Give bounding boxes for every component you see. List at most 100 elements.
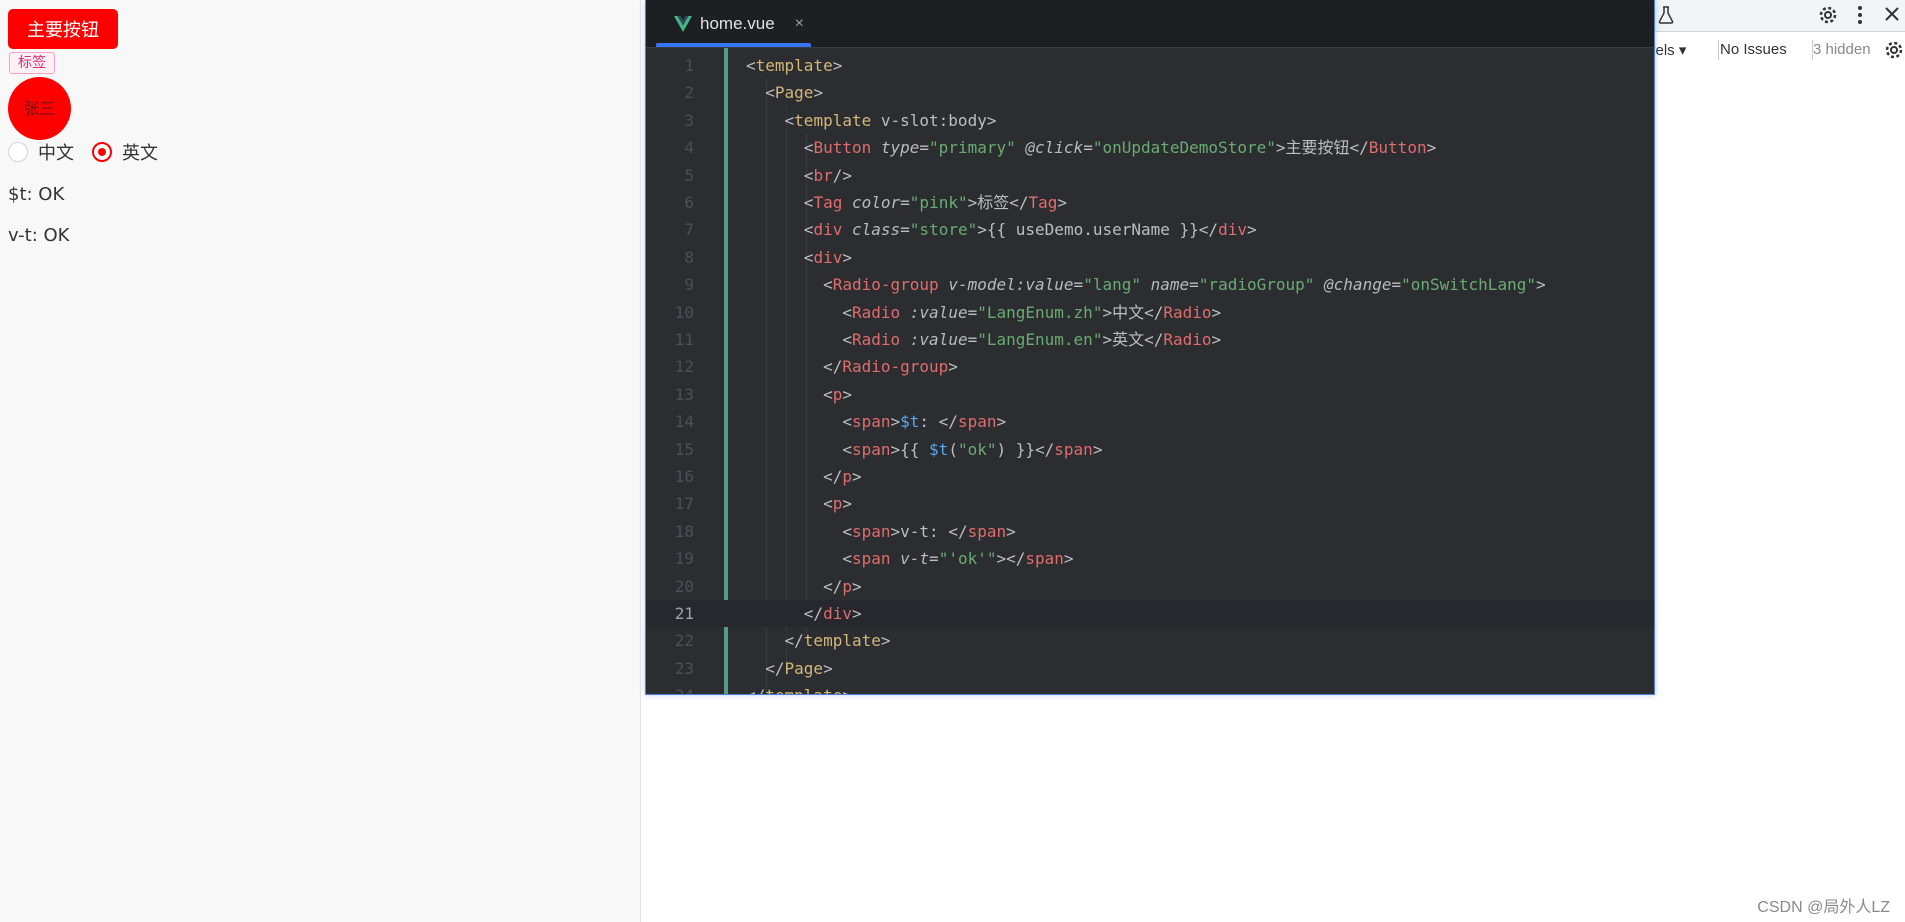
code-text: <Radio :value="LangEnum.en">英文</Radio> [842,330,1222,349]
line-number: 18 [674,521,694,541]
line-number: 10 [674,302,694,322]
code-text: <Radio :value="LangEnum.zh">中文</Radio> [842,302,1222,322]
settings-gear-icon[interactable] [1884,40,1904,64]
code-line[interactable]: 2 <Page> [646,79,1654,106]
line-number: 21 [674,604,694,623]
code-text: <span v-t="'ok'"></span> [842,549,1074,569]
tab-close-icon[interactable]: × [795,15,804,33]
code-text: </p> [823,467,862,486]
code-text: <Page> [765,83,824,103]
code-line[interactable]: 21 </div> [646,600,1654,628]
line-number: 23 [674,658,694,678]
line-number: 16 [674,467,694,486]
line-number: 19 [674,549,694,569]
code-text: </template> [746,682,852,694]
line-number: 20 [674,576,694,596]
line-number: 12 [674,357,694,377]
code-line[interactable]: 16 </p> [646,463,1654,490]
flask-icon[interactable] [1658,6,1674,28]
code-line[interactable]: 1 <template> [646,52,1654,79]
more-vertical-icon[interactable] [1857,5,1863,29]
code-editor-window: home.vue × 1 <template> 2 <Page> 3 <templat… [645,0,1655,695]
code-text: </template> [784,631,891,651]
code-line[interactable]: 9 <Radio-group v-model:value="lang" name… [646,271,1654,298]
pink-tag: 标签 [9,52,55,74]
code-line[interactable]: 5 <br/> [646,162,1654,189]
tab-label: home.vue [700,14,775,33]
code-line[interactable]: 14 <span>$t: </span> [646,408,1654,435]
code-line[interactable]: 19 <span v-t="'ok'"></span> [646,545,1654,572]
issues-count[interactable]: No Issues [1720,41,1787,58]
vt-output-line: v-t: OK [8,225,70,246]
code-text: </Page> [765,658,833,678]
t-output-line: $t: OK [8,184,65,205]
gear-icon[interactable] [1818,5,1838,29]
code-line[interactable]: 23 </Page> [646,655,1654,682]
line-number: 1 [684,56,694,75]
code-text: <template> [746,56,843,75]
active-tab-indicator [656,43,811,47]
code-text: </p> [823,576,862,596]
user-name-circle: 张三 [8,77,71,140]
close-icon[interactable] [1884,6,1900,26]
tab-home-vue[interactable]: home.vue × [656,0,811,48]
radio-zh[interactable]: 中文 [8,141,74,164]
divider [1718,40,1719,60]
devtools-filter-bar: vels ▾ No Issues 3 hidden [1640,36,1905,64]
line-number: 5 [684,165,694,185]
line-number: 3 [684,110,694,130]
code-line[interactable]: 18 <span>v-t: </span> [646,518,1654,545]
line-number: 24 [646,682,694,694]
radio-circle-zh[interactable] [8,142,28,162]
radio-en[interactable]: 英文 [92,141,158,164]
code-text: <p> [823,494,852,514]
radio-en-label: 英文 [122,143,158,164]
code-text: </div> [803,604,862,623]
primary-button[interactable]: 主要按钮 [8,9,118,49]
code-line[interactable]: 6 <Tag color="pink">标签</Tag> [646,189,1654,216]
devtools-toolbar [1640,0,1905,32]
code-area[interactable]: 1 <template> 2 <Page> 3 <template v-slot:bo… [646,48,1654,694]
code-text: <Tag color="pink">标签</Tag> [803,193,1068,212]
code-text: <p> [823,384,852,404]
hidden-count: 3 hidden [1813,41,1871,58]
line-number: 17 [674,494,694,514]
line-number: 8 [684,247,694,267]
code-line[interactable]: 4 <Button type="primary" @click="onUpdat… [646,134,1654,161]
code-line[interactable]: 15 <span>{{ $t("ok") }}</span> [646,436,1654,463]
watermark: CSDN @局外人LZ [1757,899,1890,916]
code-line[interactable]: 24 </template> [646,682,1654,694]
code-line[interactable]: 17 <p> [646,490,1654,517]
line-number: 9 [684,275,694,295]
line-number: 7 [684,220,694,240]
code-text: <span>{{ $t("ok") }}</span> [842,439,1103,459]
code-text: <span>v-t: </span> [842,521,1016,541]
code-text: <span>$t: </span> [842,412,1007,432]
code-text: <Button type="primary" @click="onUpdateD… [803,138,1437,158]
code-line[interactable]: 7 <div class="store">{{ useDemo.userName… [646,216,1654,243]
code-text: <div class="store">{{ useDemo.userName }… [803,220,1257,240]
line-number: 6 [684,193,694,212]
line-number: 13 [674,384,694,404]
code-line[interactable]: 3 <template v-slot:body> [646,107,1654,134]
line-number: 22 [674,631,694,651]
code-text: <Radio-group v-model:value="lang" name="… [823,275,1546,295]
code-line[interactable]: 20 </p> [646,573,1654,600]
code-text: <div> [803,247,852,267]
vue-file-icon [674,16,692,32]
code-text: </Radio-group> [823,357,958,377]
radio-circle-en[interactable] [92,142,112,162]
code-line[interactable]: 10 <Radio :value="LangEnum.zh">中文</Radio… [646,299,1654,326]
code-line[interactable]: 11 <Radio :value="LangEnum.en">英文</Radio… [646,326,1654,353]
line-number: 14 [674,412,694,432]
radio-zh-label: 中文 [38,143,74,164]
line-number: 2 [684,83,694,103]
code-line[interactable]: 13 <p> [646,381,1654,408]
code-text: <template v-slot:body> [784,110,997,130]
app-preview: 主要按钮 标签 张三 中文 英文 $t: OK v-t: OK [0,0,641,922]
code-line[interactable]: 22 </template> [646,627,1654,654]
code-line[interactable]: 12 </Radio-group> [646,353,1654,380]
code-text: <br/> [803,165,852,185]
editor-tab-bar: home.vue × [646,0,1654,48]
code-line[interactable]: 8 <div> [646,244,1654,271]
